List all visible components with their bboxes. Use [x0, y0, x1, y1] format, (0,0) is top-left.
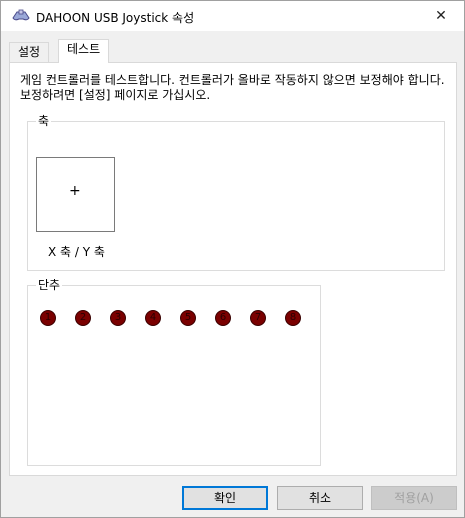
- instructions-text: 게임 컨트롤러를 테스트합니다. 컨트롤러가 올바로 작동하지 않으면 보정해야…: [20, 73, 445, 102]
- button-indicator-5: 5: [180, 310, 196, 326]
- close-button[interactable]: ✕: [418, 1, 464, 31]
- close-icon: ✕: [435, 8, 447, 24]
- button-indicator-8: 8: [285, 310, 301, 326]
- button-indicator-2: 2: [75, 310, 91, 326]
- xy-axis-display: +: [36, 157, 115, 232]
- button-indicator-3: 3: [110, 310, 126, 326]
- test-tab-panel: 게임 컨트롤러를 테스트합니다. 컨트롤러가 올바로 작동하지 않으면 보정해야…: [9, 62, 457, 476]
- button-indicator-6: 6: [215, 310, 231, 326]
- tab-settings[interactable]: 설정: [9, 42, 50, 62]
- crosshair-indicator: +: [69, 183, 81, 199]
- ok-button[interactable]: 확인: [182, 486, 268, 510]
- joystick-icon: [11, 9, 31, 23]
- title-bar[interactable]: DAHOON USB Joystick 속성 ✕: [1, 1, 464, 31]
- button-indicator-7: 7: [250, 310, 266, 326]
- button-indicator-row: 1 2 3 4 5 6 7 8: [40, 310, 310, 328]
- tab-test[interactable]: 테스트: [58, 39, 110, 63]
- axes-group: 축 + X 축 / Y 축: [27, 114, 445, 271]
- button-indicator-4: 4: [145, 310, 161, 326]
- button-indicator-1: 1: [40, 310, 56, 326]
- buttons-group: 단추 1 2 3 4 5 6 7 8: [27, 278, 321, 466]
- cancel-button[interactable]: 취소: [277, 486, 363, 510]
- tab-strip: 설정 테스트: [9, 39, 457, 63]
- axes-group-label: 축: [36, 114, 52, 128]
- window-title: DAHOON USB Joystick 속성: [36, 11, 195, 25]
- buttons-group-label: 단추: [36, 278, 63, 292]
- properties-dialog: DAHOON USB Joystick 속성 ✕ 설정 테스트 게임 컨트롤러를…: [0, 0, 465, 518]
- axis-caption: X 축 / Y 축: [48, 245, 105, 259]
- apply-button[interactable]: 적용(A): [371, 486, 457, 510]
